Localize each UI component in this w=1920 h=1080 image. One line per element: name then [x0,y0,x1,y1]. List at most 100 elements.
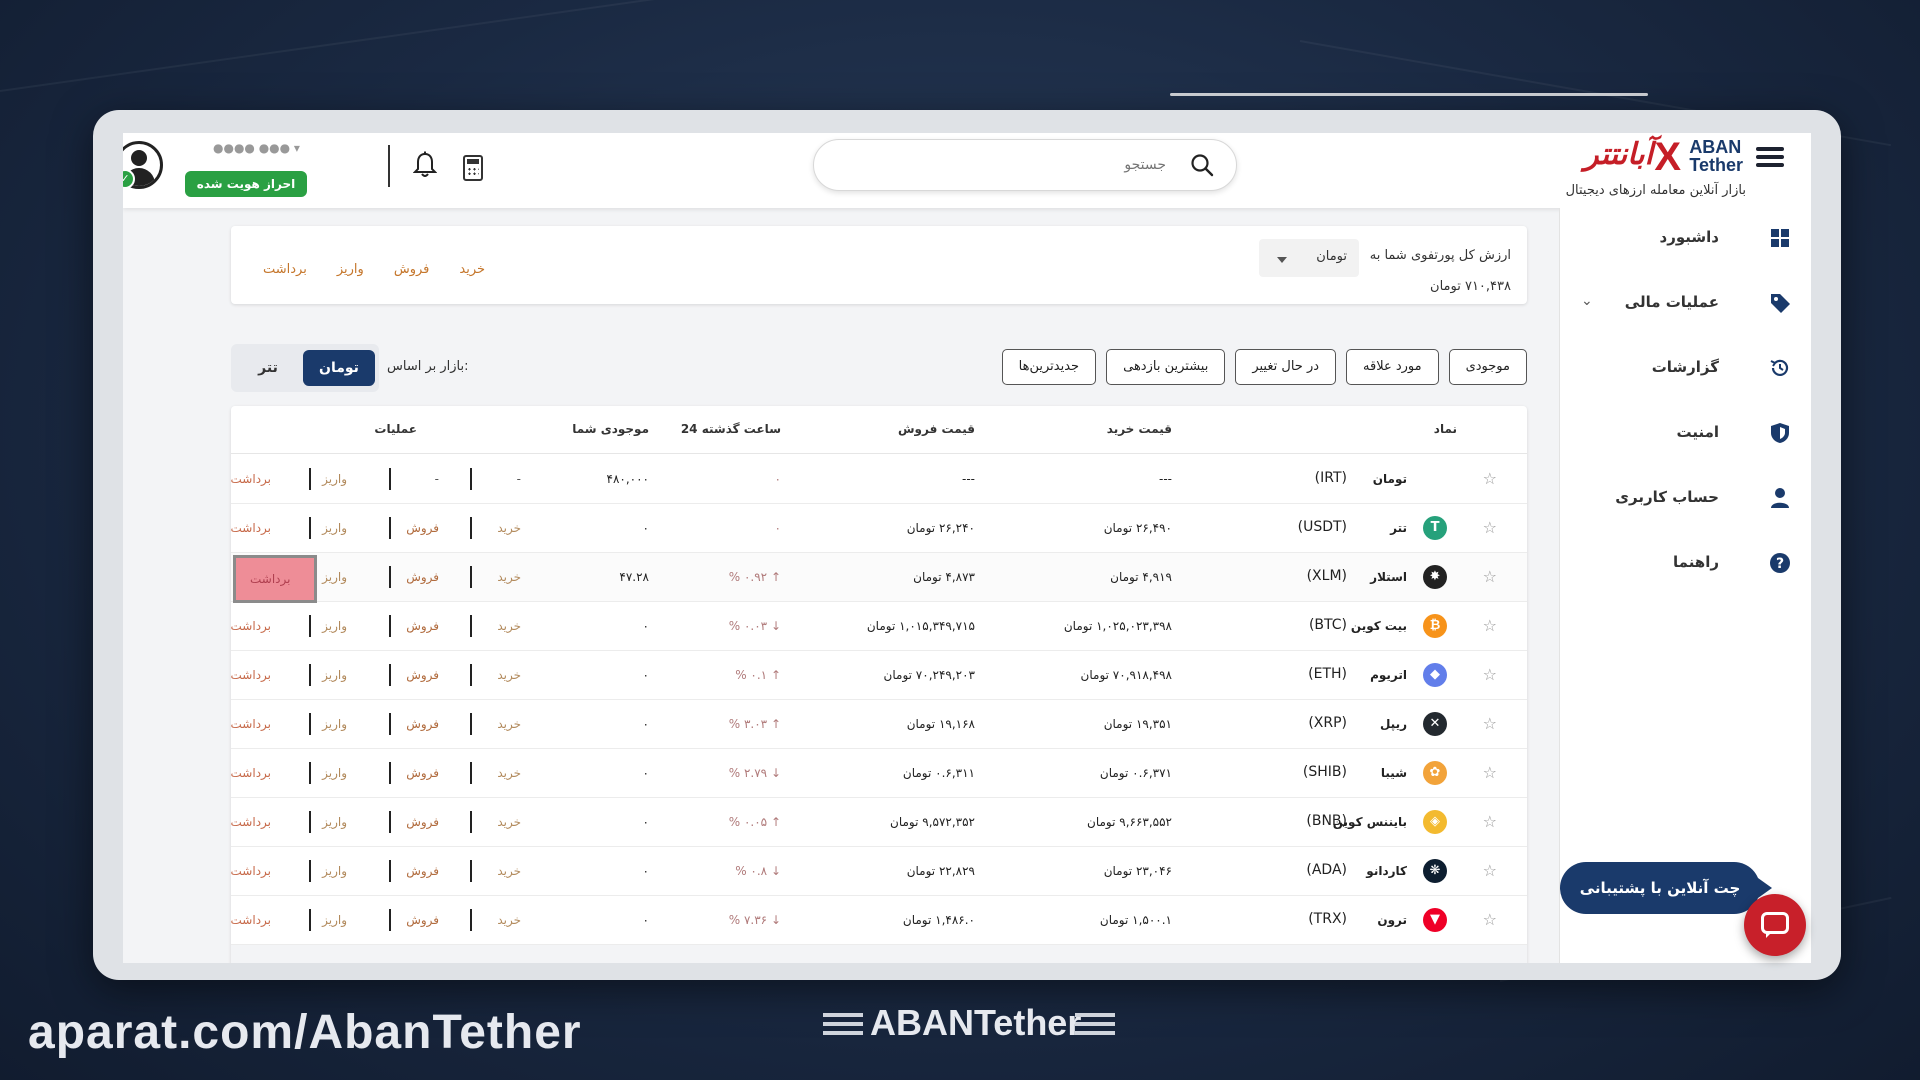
buy-link[interactable]: خرید [497,913,521,927]
filter-top-gainers-button[interactable]: بیشترین بازدهی [1106,349,1226,385]
brand-watermark: ABANTether [870,1002,1082,1043]
sell-link[interactable]: فروش [406,717,439,731]
chevron-down-icon[interactable]: ⌄ [1581,293,1593,309]
withdraw-link-highlighted[interactable]: برداشت [233,555,317,603]
deposit-link[interactable]: واریز [322,913,347,927]
withdraw-link[interactable]: برداشت [231,717,271,731]
sidebar-item-dashboard[interactable]: داشبورد [1581,218,1791,258]
sell-price: ۲۶,۲۴۰ تومان [906,521,975,535]
sell-link[interactable]: فروش [406,668,439,682]
search-input[interactable] [834,152,1166,178]
xlm-coin-icon: ✸ [1423,565,1447,589]
currency-select[interactable]: تومان [1259,239,1359,277]
table-row: ☆ ❋ کاردانو (ADA) ۲۳,۰۴۶ تومان ۲۲,۸۲۹ تومان ↓ … [231,847,1527,896]
favorite-star-icon[interactable]: ☆ [1483,714,1497,733]
op-divider [389,664,391,686]
buy-link[interactable]: خرید [497,570,521,584]
deposit-link[interactable]: واریز [322,668,347,682]
op-divider [389,860,391,882]
op-divider [470,664,472,686]
deposit-link[interactable]: واریز [322,815,347,829]
search-icon[interactable] [1190,153,1214,177]
buy-link[interactable]: خرید [497,815,521,829]
sell-link[interactable]: فروش [406,521,439,535]
coin-symbol: (XRP) [1308,715,1347,731]
portfolio-deposit-link[interactable]: واریز [337,262,364,277]
sell-price: ۱,۴۸۶.۰ تومان [902,913,975,927]
favorite-star-icon[interactable]: ☆ [1483,665,1497,684]
logo[interactable]: ABAN Tether X آبانتتر [1543,135,1743,179]
op-divider [309,517,311,539]
deposit-link[interactable]: واریز [322,472,347,486]
deposit-link[interactable]: واریز [322,619,347,633]
hamburger-menu-icon[interactable] [1756,143,1784,173]
sell-link[interactable]: فروش [406,766,439,780]
favorite-star-icon[interactable]: ☆ [1483,910,1497,929]
favorite-star-icon[interactable]: ☆ [1483,469,1497,488]
filter-changing-button[interactable]: در حال تغییر [1235,349,1337,385]
deposit-link[interactable]: واریز [322,766,347,780]
table-row: ☆ ✕ ریپل (XRP) ۱۹,۳۵۱ تومان ۱۹,۱۶۸ تومان ↑ ۳.۰… [231,700,1527,749]
withdraw-link[interactable]: برداشت [231,668,271,682]
buy-link[interactable]: خرید [497,521,521,535]
chat-icon[interactable] [1744,894,1806,956]
sidebar-item-help[interactable]: ? راهنما [1581,543,1791,583]
filter-balance-button[interactable]: موجودی [1448,349,1527,385]
portfolio-withdraw-link[interactable]: برداشت [263,262,307,277]
chat-support-bubble[interactable]: چت آنلاین با پشتیبانی [1560,862,1772,914]
buy-link[interactable]: خرید [497,717,521,731]
sidebar-item-security[interactable]: امنیت [1581,413,1791,453]
withdraw-link[interactable]: برداشت [231,766,271,780]
favorite-star-icon[interactable]: ☆ [1483,518,1497,537]
help-icon: ? [1770,553,1790,573]
favorite-star-icon[interactable]: ☆ [1483,812,1497,831]
favorite-star-icon[interactable]: ☆ [1483,763,1497,782]
sell-link[interactable]: فروش [406,815,439,829]
calculator-icon[interactable] [463,155,483,181]
op-divider [309,909,311,931]
favorite-star-icon[interactable]: ☆ [1483,861,1497,880]
sell-price: ۷۰,۲۴۹,۲۰۳ تومان [883,668,975,682]
buy-link[interactable]: خرید [497,864,521,878]
coin-symbol: (BTC) [1308,617,1347,633]
sidebar-item-financial[interactable]: عملیات مالی ⌄ [1581,283,1791,323]
withdraw-link[interactable]: برداشت [231,472,271,486]
buy-price: ۰.۶,۳۷۱ تومان [1099,766,1172,780]
coin-name: اتریوم [1370,668,1407,682]
withdraw-link[interactable]: برداشت [231,619,271,633]
deposit-link[interactable]: واریز [322,570,347,584]
buy-price: ۴,۹۱۹ تومان [1110,570,1172,584]
deposit-link[interactable]: واریز [322,864,347,878]
portfolio-sell-link[interactable]: فروش [394,262,430,277]
withdraw-link[interactable]: برداشت [231,521,271,535]
coin-symbol: (USDT) [1297,519,1347,535]
top-header: ABAN Tether X آبانتتر بازار آنلاین معامله… [123,133,1811,208]
bell-icon[interactable] [413,151,437,179]
deposit-link[interactable]: واریز [322,521,347,535]
user-name-dropdown[interactable]: ●●●● ●●● ▾ [213,141,300,155]
header-24h-change: 24 ساعت گذشته [680,422,781,436]
sidebar-item-reports[interactable]: گزارشات [1581,348,1791,388]
coin-name: تتر [1390,521,1407,535]
buy-link[interactable]: خرید [497,766,521,780]
favorite-star-icon[interactable]: ☆ [1483,567,1497,586]
deposit-link[interactable]: واریز [322,717,347,731]
market-toggle-toman[interactable]: تومان [303,350,375,386]
filter-newest-button[interactable]: جدیدترین‌ها [1001,349,1097,385]
sidebar-item-account[interactable]: حساب کاربری [1581,478,1791,518]
portfolio-buy-link[interactable]: خرید [459,262,485,277]
sell-link[interactable]: فروش [406,913,439,927]
sell-link[interactable]: فروش [406,864,439,878]
buy-link[interactable]: خرید [497,668,521,682]
withdraw-link[interactable]: برداشت [231,913,271,927]
favorite-star-icon[interactable]: ☆ [1483,616,1497,635]
buy-link[interactable]: خرید [497,619,521,633]
market-toggle-tether[interactable]: تتر [235,350,301,386]
sell-link[interactable]: فروش [406,570,439,584]
op-divider [470,762,472,784]
withdraw-link[interactable]: برداشت [231,815,271,829]
filter-favorites-button[interactable]: مورد علاقه [1346,349,1439,385]
coin-name: ترون [1377,913,1407,927]
withdraw-link[interactable]: برداشت [231,864,271,878]
sell-link[interactable]: فروش [406,619,439,633]
